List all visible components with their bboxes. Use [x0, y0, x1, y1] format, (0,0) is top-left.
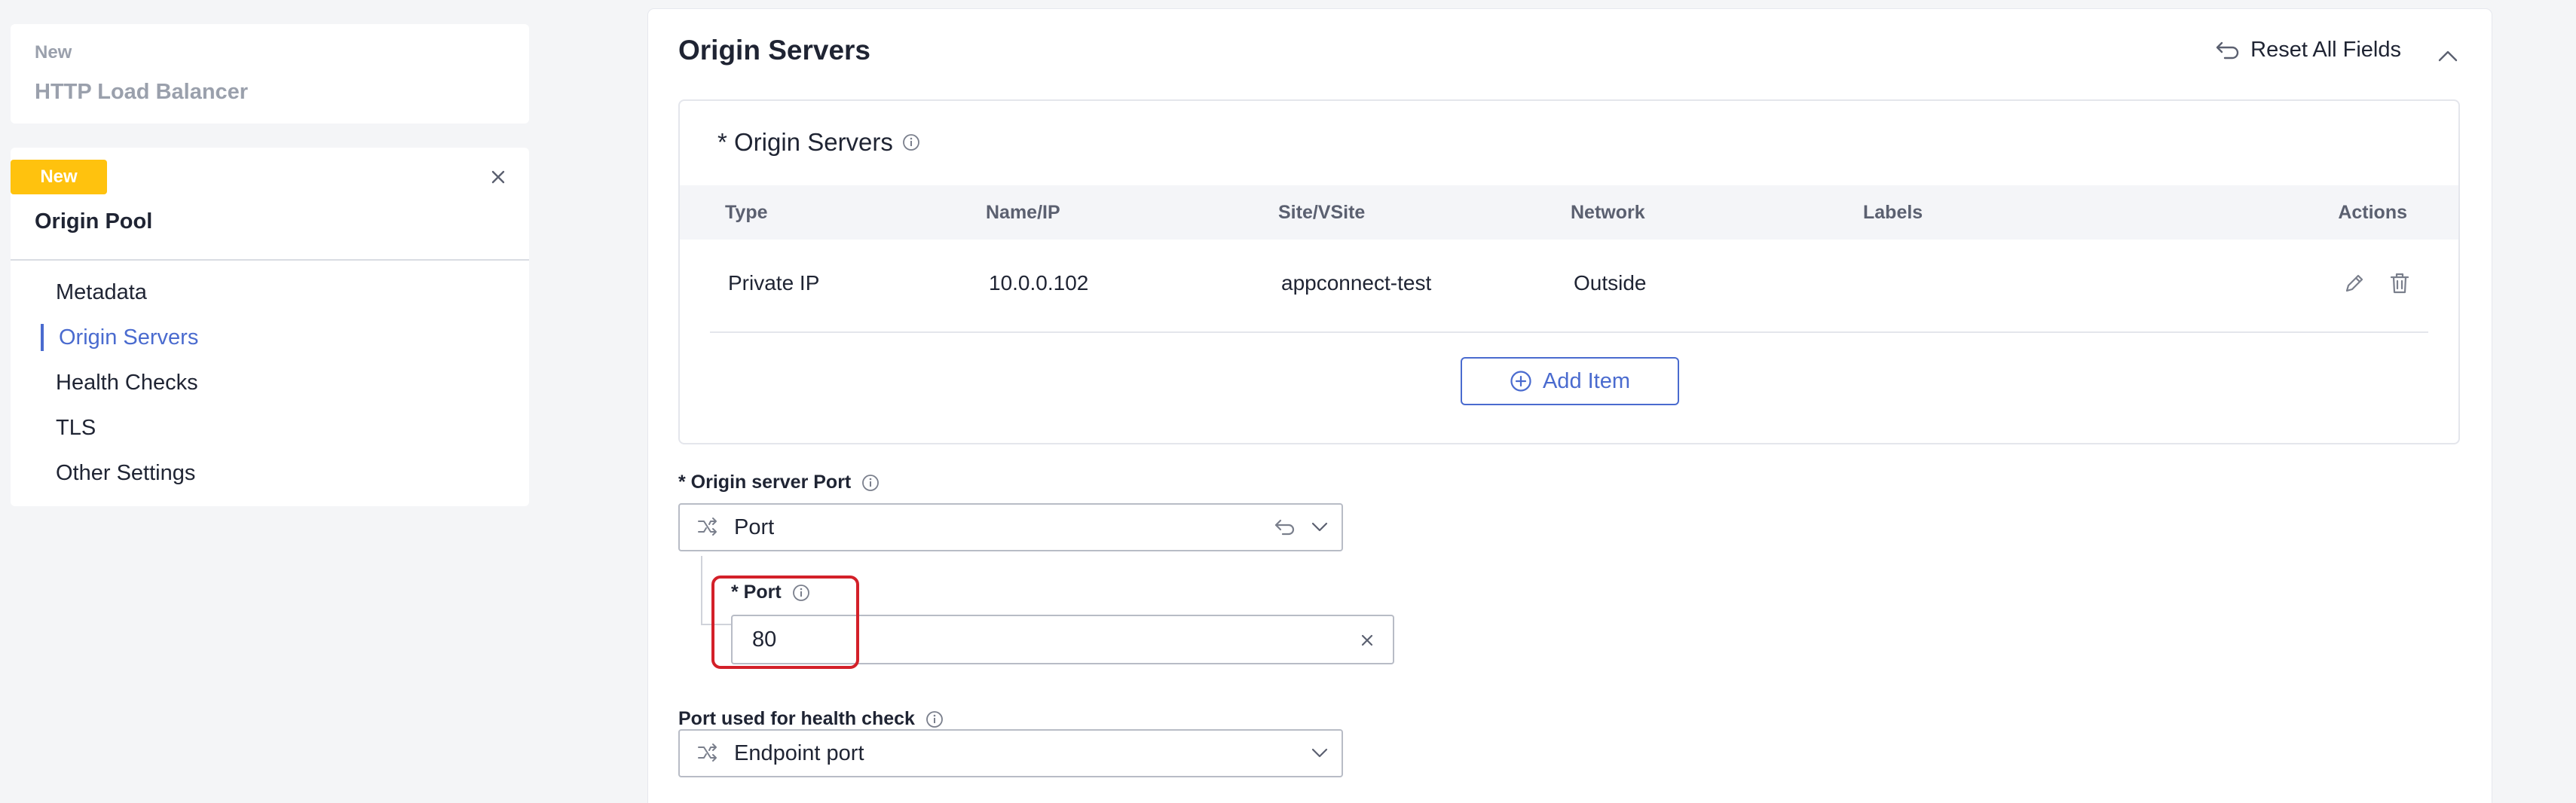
- nav-item-metadata[interactable]: Metadata: [11, 270, 529, 315]
- tree-connector: [701, 556, 702, 625]
- nav-item-other-settings[interactable]: Other Settings: [11, 450, 529, 496]
- col-network: Network: [1571, 202, 1645, 223]
- reset-label: Reset All Fields: [2250, 38, 2401, 62]
- plus-circle-icon: [1510, 370, 1532, 392]
- trash-icon[interactable]: [2386, 270, 2413, 297]
- origin-pool-card: New Origin Pool Metadata Origin Servers …: [11, 148, 529, 506]
- chevron-down-icon[interactable]: [1311, 522, 1328, 533]
- pool-divider: [11, 259, 529, 261]
- origin-port-label-text: * Origin server Port: [678, 472, 852, 493]
- edit-pencil-icon[interactable]: [2341, 270, 2368, 297]
- col-labels: Labels: [1863, 202, 1923, 223]
- origin-port-label: * Origin server Port: [678, 472, 880, 493]
- chevron-up-icon[interactable]: [2434, 42, 2461, 69]
- reset-field-icon[interactable]: [1274, 518, 1296, 536]
- info-icon[interactable]: [861, 474, 880, 492]
- servers-table-heading: * Origin Servers: [717, 128, 920, 157]
- health-port-selected: Endpoint port: [734, 740, 864, 765]
- reset-icon: [2214, 40, 2240, 61]
- info-icon[interactable]: [792, 584, 810, 602]
- cell-type: Private IP: [728, 271, 820, 295]
- chevron-down-icon[interactable]: [1311, 748, 1328, 759]
- origin-servers-panel: Origin Servers Reset All Fields * Origin…: [648, 9, 2492, 803]
- cell-site: appconnect-test: [1281, 271, 1432, 295]
- row-actions: [2341, 270, 2413, 297]
- http-load-balancer-card[interactable]: New HTTP Load Balancer: [11, 24, 529, 124]
- nav-item-origin-servers[interactable]: Origin Servers: [11, 315, 529, 360]
- pool-nav: Metadata Origin Servers Health Checks TL…: [11, 270, 529, 496]
- health-port-label-text: Port used for health check: [678, 708, 915, 729]
- col-name-ip: Name/IP: [986, 202, 1060, 223]
- add-item-button[interactable]: Add Item: [1461, 357, 1679, 405]
- section-title: Origin Servers: [678, 35, 871, 66]
- table-row: Private IP 10.0.0.102 appconnect-test Ou…: [680, 258, 2458, 310]
- reset-all-fields-button[interactable]: Reset All Fields: [2214, 38, 2401, 63]
- col-site: Site/VSite: [1278, 202, 1366, 223]
- cell-name-ip: 10.0.0.102: [989, 271, 1089, 295]
- row-divider: [710, 331, 2428, 333]
- close-icon[interactable]: [1357, 630, 1378, 651]
- port-value: 80: [752, 627, 777, 652]
- port-input[interactable]: 80: [731, 615, 1394, 664]
- origin-port-select[interactable]: Port: [678, 503, 1343, 551]
- add-item-label: Add Item: [1542, 368, 1631, 393]
- health-port-select[interactable]: Endpoint port: [678, 729, 1343, 777]
- col-type: Type: [725, 202, 768, 223]
- info-icon[interactable]: [925, 710, 944, 728]
- port-label-text: * Port: [731, 582, 782, 603]
- origin-servers-table: * Origin Servers Type Name/IP Site/VSite…: [678, 99, 2460, 444]
- info-icon[interactable]: [902, 133, 920, 151]
- port-label: * Port: [731, 582, 810, 603]
- table-header: Type Name/IP Site/VSite Network Labels A…: [680, 185, 2458, 240]
- nav-item-tls[interactable]: TLS: [11, 405, 529, 450]
- pool-new-badge: New: [11, 160, 107, 194]
- col-actions: Actions: [2338, 202, 2407, 223]
- lb-new-tag: New: [35, 42, 72, 63]
- nav-item-health-checks[interactable]: Health Checks: [11, 360, 529, 405]
- choice-branch-icon: [696, 517, 719, 538]
- choice-branch-icon: [696, 743, 719, 764]
- health-port-label: Port used for health check: [678, 708, 944, 730]
- pool-title: Origin Pool: [35, 209, 153, 234]
- cell-network: Outside: [1574, 271, 1647, 295]
- servers-heading-text: * Origin Servers: [717, 128, 893, 156]
- close-icon[interactable]: [487, 166, 509, 188]
- origin-port-selected: Port: [734, 514, 775, 539]
- lb-title: HTTP Load Balancer: [35, 80, 249, 104]
